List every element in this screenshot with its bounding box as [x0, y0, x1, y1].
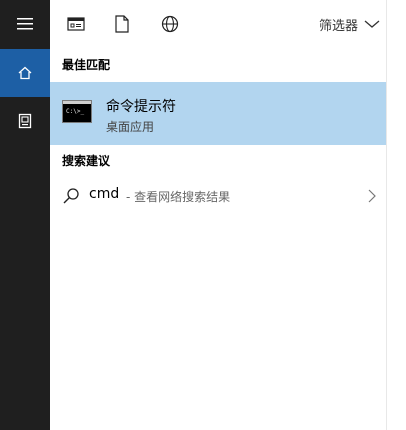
home-icon: [18, 66, 32, 80]
chevron-down-icon: [364, 20, 380, 28]
best-match-item[interactable]: C:\>_ 命令提示符 桌面应用: [50, 82, 386, 145]
toolbar: 筛选器: [50, 0, 386, 48]
search-panel: 筛选器 最佳匹配 C:\>_ 命令提示符 桌面应用 搜索建议 cmd - 查看网…: [0, 0, 406, 430]
search-icon: [63, 188, 79, 204]
command-prompt-icon: C:\>_: [62, 100, 92, 123]
document-icon: [115, 15, 129, 33]
suggestion-hint: - 查看网络搜索结果: [126, 190, 231, 204]
best-match-subtitle: 桌面应用: [106, 120, 155, 134]
search-suggestions-header: 搜索建议: [62, 154, 111, 168]
command-prompt-glyph: C:\>_: [66, 108, 85, 115]
web-filter-button[interactable]: [158, 12, 182, 36]
apps-icon: [67, 17, 85, 31]
apps-filter-button[interactable]: [64, 12, 88, 36]
best-match-header: 最佳匹配: [62, 58, 111, 72]
best-match-title: 命令提示符: [106, 99, 176, 115]
document-icon: [18, 113, 32, 129]
menu-button[interactable]: [0, 0, 50, 48]
suggestion-query: cmd: [89, 186, 120, 202]
globe-icon: [161, 15, 179, 33]
documents-rail-button[interactable]: [0, 97, 50, 145]
filter-dropdown[interactable]: 筛选器: [319, 12, 380, 36]
hamburger-icon: [17, 18, 33, 30]
home-button[interactable]: [0, 49, 50, 97]
filter-label: 筛选器: [318, 18, 358, 34]
chevron-right-icon[interactable]: [366, 188, 378, 204]
documents-filter-button[interactable]: [110, 12, 134, 36]
panel-edge: [386, 0, 387, 430]
web-search-suggestion[interactable]: cmd - 查看网络搜索结果: [50, 178, 386, 214]
left-rail: [0, 0, 50, 430]
